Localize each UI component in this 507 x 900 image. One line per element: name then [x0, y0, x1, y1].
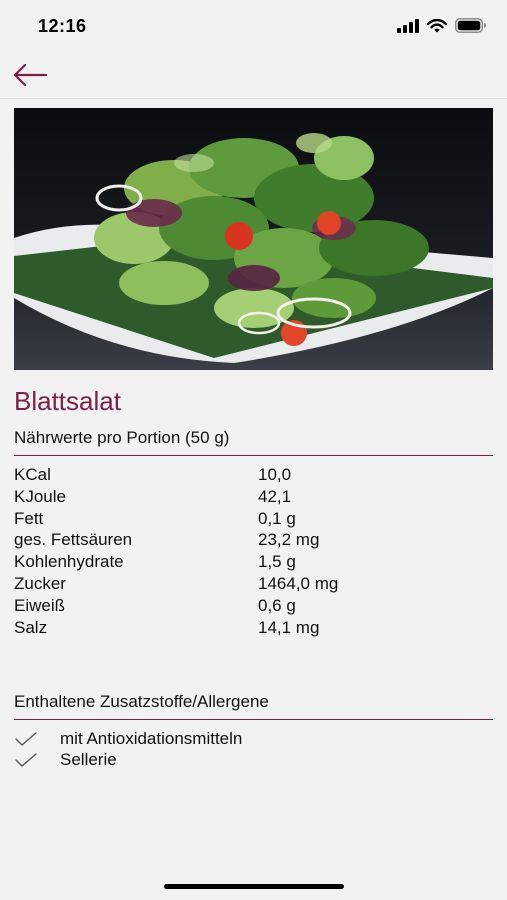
- nutrient-value: 1464,0 mg: [258, 573, 339, 593]
- nutrient-value: 42,1: [258, 486, 292, 506]
- status-icons: [397, 18, 487, 38]
- allergen-label: mit Antioxidationsmitteln: [60, 728, 243, 748]
- nutrition-header: Nährwerte pro Portion (50 g): [14, 428, 493, 456]
- arrow-left-icon: [13, 63, 48, 87]
- nutrition-row: Salz 14,1 mg: [14, 617, 493, 639]
- signal-icon: [397, 18, 419, 38]
- nutrient-name: KJoule: [14, 486, 66, 506]
- back-button[interactable]: [10, 60, 50, 90]
- nutrition-row: Fett 0,1 g: [14, 508, 493, 530]
- nutrition-row: KJoule 42,1: [14, 486, 493, 508]
- status-time: 12:16: [38, 16, 87, 36]
- nutrient-name: Zucker: [14, 573, 66, 593]
- allergen-list: mit Antioxidationsmitteln Sellerie: [14, 728, 493, 771]
- nutrient-name: ges. Fettsäuren: [14, 530, 133, 550]
- check-icon: [15, 753, 37, 767]
- nutrition-row: Zucker 1464,0 mg: [14, 573, 493, 595]
- nutrition-table: KCal 10,0 KJoule 42,1 Fett 0,1 g ges. Fe…: [14, 464, 493, 638]
- list-item: mit Antioxidationsmitteln: [14, 728, 493, 750]
- nutrient-name: KCal: [14, 465, 51, 484]
- nutrient-name: Kohlenhydrate: [14, 552, 124, 572]
- nutrition-row: KCal 10,0: [14, 464, 493, 486]
- nutrient-name: Salz: [14, 617, 48, 637]
- status-bar: 12:16: [0, 0, 507, 50]
- allergen-header: Enthaltene Zusatzstoffe/Allergene: [14, 692, 493, 720]
- nutrient-name: Fett: [14, 508, 44, 528]
- nutrient-value: 0,1 g: [258, 508, 296, 528]
- wifi-icon: [426, 18, 448, 38]
- nutrient-value: 14,1 mg: [258, 617, 320, 637]
- check-icon: [15, 732, 37, 746]
- nutrition-row: Kohlenhydrate 1,5 g: [14, 551, 493, 573]
- dish-title: Blattsalat: [14, 386, 121, 416]
- dish-image: [14, 108, 493, 370]
- nutrition-row: ges. Fettsäuren 23,2 mg: [14, 529, 493, 551]
- nutrient-value: 23,2 mg: [258, 530, 320, 550]
- nutrient-value: 1,5 g: [258, 552, 296, 572]
- nutrient-name: Eiweiß: [14, 595, 66, 615]
- nav-bar: [0, 50, 507, 99]
- allergen-label: Sellerie: [60, 750, 117, 770]
- list-item: Sellerie: [14, 750, 493, 772]
- nutrition-row: Eiweiß 0,6 g: [14, 595, 493, 617]
- home-indicator[interactable]: [164, 884, 344, 889]
- nutrient-value: 0,6 g: [258, 595, 296, 615]
- battery-icon: [455, 18, 487, 38]
- nutrient-value: 10,0: [258, 465, 292, 484]
